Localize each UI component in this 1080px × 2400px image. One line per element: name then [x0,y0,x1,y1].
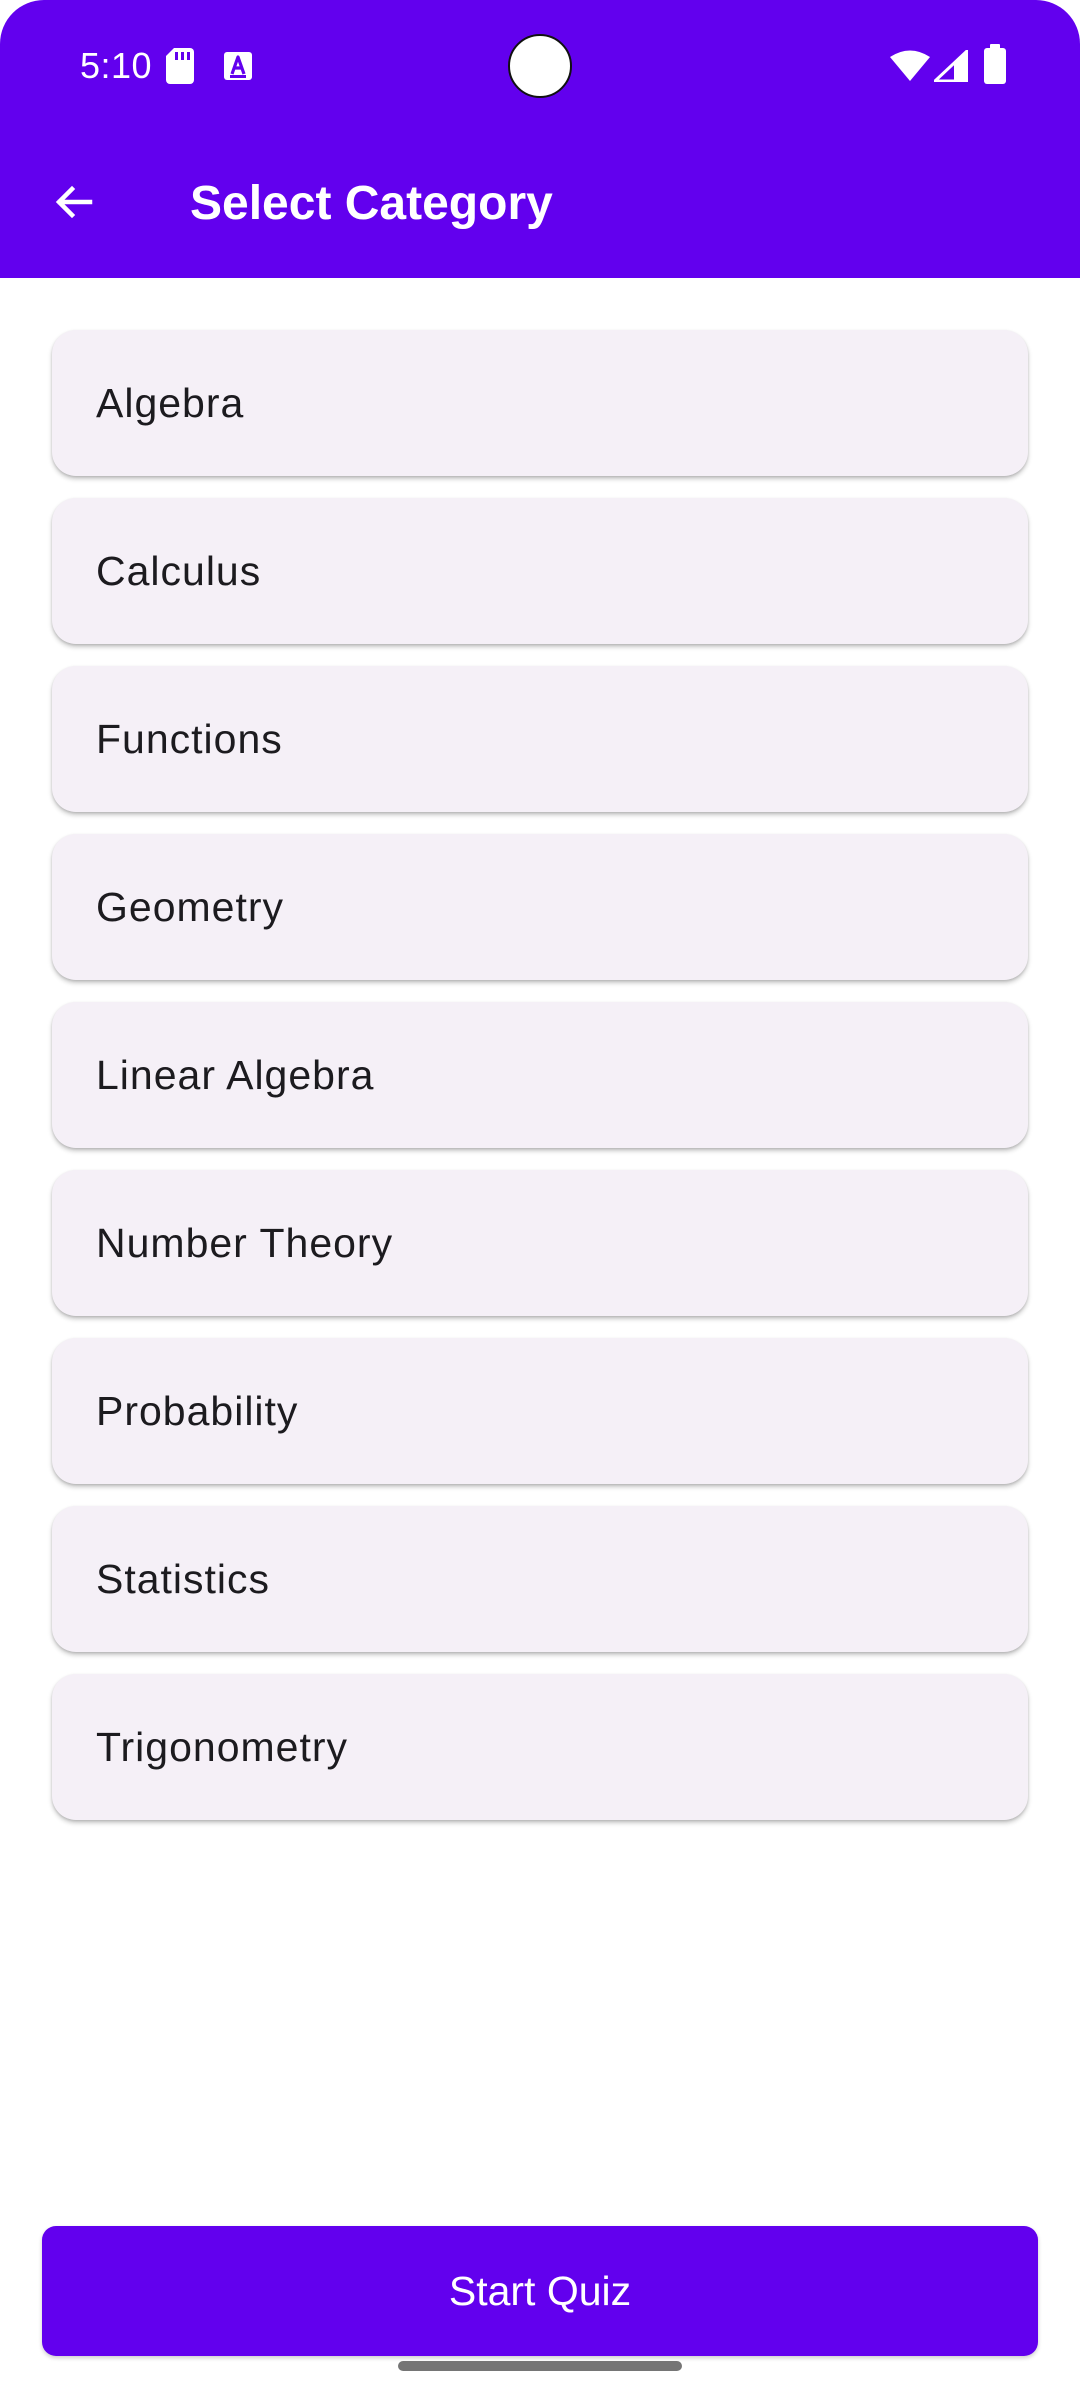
category-item-functions[interactable]: Functions [52,666,1028,812]
battery-icon [984,44,1006,84]
category-label: Statistics [96,1555,271,1602]
sd-card-icon [166,48,194,84]
category-list: Algebra Calculus Functions Geometry Line… [52,330,1028,1842]
status-bar: 5:10 [0,0,1080,130]
signal-icon [934,50,968,82]
category-label: Linear Algebra [96,1051,375,1098]
category-label: Geometry [96,883,284,930]
category-item-trigonometry[interactable]: Trigonometry [52,1674,1028,1820]
wifi-icon [890,50,930,81]
category-label: Probability [96,1387,299,1434]
arrow-back-icon [55,185,93,219]
category-item-geometry[interactable]: Geometry [52,834,1028,980]
navigation-handle[interactable] [398,2361,682,2371]
app-bar: Select Category [0,130,1080,278]
top-app-area: 5:10 Select Category [0,0,1080,278]
page-title: Select Category [190,177,553,230]
category-item-calculus[interactable]: Calculus [52,498,1028,644]
category-label: Algebra [96,379,245,426]
back-button[interactable] [30,158,118,246]
category-item-number-theory[interactable]: Number Theory [52,1170,1028,1316]
category-label: Functions [96,715,283,762]
category-label: Number Theory [96,1219,394,1266]
camera-cutout [508,34,572,98]
category-label: Trigonometry [96,1723,348,1770]
category-item-statistics[interactable]: Statistics [52,1506,1028,1652]
start-quiz-button[interactable]: Start Quiz [42,2226,1038,2356]
category-item-algebra[interactable]: Algebra [52,330,1028,476]
screen: 5:10 Select Category Algebra Calculus Fu… [0,0,1080,2400]
status-time: 5:10 [80,45,153,86]
category-item-probability[interactable]: Probability [52,1338,1028,1484]
category-item-linear-algebra[interactable]: Linear Algebra [52,1002,1028,1148]
category-label: Calculus [96,547,262,594]
font-a-icon [224,52,252,80]
